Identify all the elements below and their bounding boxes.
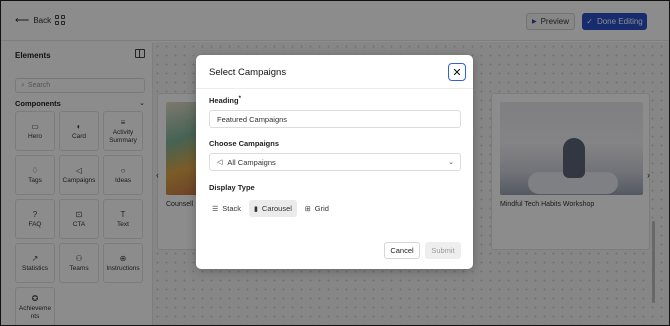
display-type-label: Display Type (209, 183, 255, 192)
megaphone-icon: ◁ (217, 159, 223, 166)
heading-input-value: Featured Campaigns (217, 114, 288, 124)
heading-input[interactable]: Featured Campaigns (209, 110, 461, 128)
close-icon: ✕ (452, 66, 462, 79)
display-grid-option[interactable]: ⊞ Grid (300, 200, 334, 217)
heading-label-text: Heading (209, 96, 239, 105)
close-button[interactable]: ✕ (448, 63, 466, 81)
display-type-toggle: ☰ Stack ▮ Carousel ⊞ Grid (207, 200, 334, 217)
display-stack-option[interactable]: ☰ Stack (207, 200, 246, 217)
option-label: Grid (314, 204, 329, 213)
cancel-button[interactable]: Cancel (384, 242, 420, 259)
grid-icon: ⊞ (304, 205, 311, 213)
campaigns-select-value: All Campaigns (227, 157, 276, 167)
app-window: ⟵ Back ▶ Preview ✓ Done Editing Elements… (0, 0, 670, 326)
option-label: Stack (222, 204, 242, 213)
required-marker: * (238, 96, 241, 102)
carousel-icon: ▮ (254, 205, 258, 213)
dialog-title: Select Campaigns (209, 67, 287, 78)
list-icon: ☰ (212, 205, 219, 213)
display-carousel-option[interactable]: ▮ Carousel (249, 200, 297, 217)
option-label: Carousel (261, 204, 292, 213)
chevron-down-icon: ⌄ (448, 159, 454, 166)
heading-label: Heading* (209, 96, 241, 105)
select-campaigns-dialog: Select Campaigns ✕ Heading* Featured Cam… (196, 55, 473, 269)
campaigns-select[interactable]: ◁ All Campaigns ⌄ (209, 153, 461, 171)
divider (196, 88, 473, 89)
submit-button[interactable]: Submit (425, 242, 461, 259)
choose-campaigns-label: Choose Campaigns (209, 139, 280, 148)
